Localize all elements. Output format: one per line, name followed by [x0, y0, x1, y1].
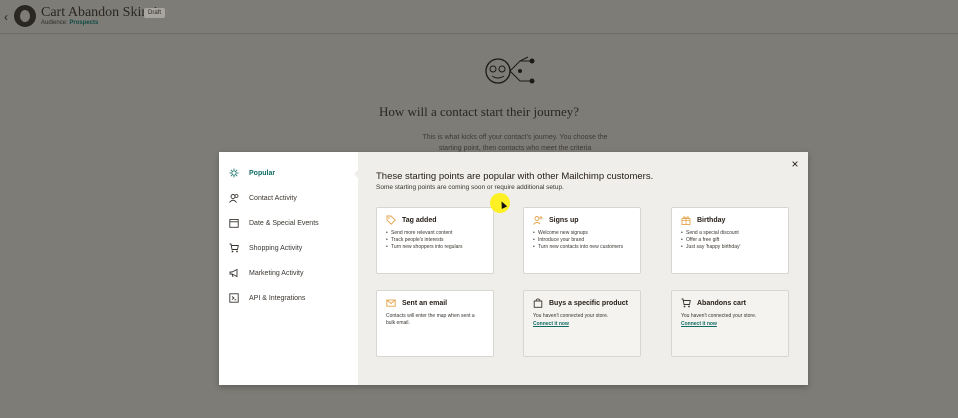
card-bullets: Send more relevant content Track people'… — [386, 230, 484, 251]
sidebar-item-popular[interactable]: Popular — [229, 166, 275, 180]
sidebar-item-marketing-activity[interactable]: Marketing Activity — [229, 266, 303, 280]
category-sidebar: Popular Contact Activity Date & Special … — [219, 152, 358, 385]
top-bar: ‹ Cart Abandon Skin 1 Draft Audience: Pr… — [0, 0, 958, 34]
header-divider — [0, 33, 958, 34]
list-item: Send a special discount — [681, 230, 779, 237]
card-title-row: Birthday — [681, 215, 779, 225]
people-icon — [229, 193, 239, 203]
card-title-row: Sent an email — [386, 298, 484, 308]
sidebar-item-label: Date & Special Events — [249, 219, 319, 227]
mailchimp-logo-icon — [14, 5, 36, 27]
journey-start-heading: How will a contact start their journey? — [379, 104, 579, 119]
connect-store-link[interactable]: Connect it now — [681, 320, 779, 328]
card-title: Buys a specific product — [549, 299, 628, 307]
sun-icon — [229, 168, 239, 178]
card-title: Tag added — [402, 216, 437, 224]
modal-subheading: Some starting points are coming soon or … — [376, 184, 564, 191]
sidebar-item-contact-activity[interactable]: Contact Activity — [229, 191, 297, 205]
tag-icon — [386, 215, 396, 225]
list-item: Track people's interests — [386, 237, 484, 244]
card-signs-up[interactable]: Signs up Welcome new signups Introduce y… — [523, 207, 641, 274]
card-sent-an-email[interactable]: Sent an email Contacts will enter the ma… — [376, 290, 494, 357]
audience-value[interactable]: Prospects — [69, 20, 98, 26]
card-birthday[interactable]: Birthday Send a special discount Offer a… — [671, 207, 789, 274]
list-item: Offer a free gift — [681, 237, 779, 244]
status-badge: Draft — [144, 8, 166, 18]
card-abandons-cart[interactable]: Abandons cart You haven't connected your… — [671, 290, 789, 357]
sidebar-item-shopping-activity[interactable]: Shopping Activity — [229, 241, 302, 255]
card-title: Sent an email — [402, 299, 448, 307]
card-title-row: Buys a specific product — [533, 298, 631, 308]
calendar-icon — [229, 218, 239, 228]
sidebar-item-label: API & Integrations — [249, 294, 306, 302]
cart-icon — [229, 243, 239, 253]
megaphone-icon — [229, 268, 239, 278]
face-branch-illustration-icon — [485, 56, 535, 84]
modal-heading: These starting points are popular with o… — [376, 171, 654, 182]
journey-start-description: This is what kicks off your contact's jo… — [422, 134, 608, 152]
card-description: You haven't connected your store. — [681, 313, 757, 319]
gift-icon — [681, 215, 691, 225]
list-item: Turn new shoppers into regulars — [386, 244, 484, 251]
journey-title: Cart Abandon Skin 1 — [41, 5, 159, 20]
card-description: You haven't connected your store. — [533, 313, 609, 319]
starting-point-modal: Popular Contact Activity Date & Special … — [219, 152, 808, 385]
card-title: Signs up — [549, 216, 579, 224]
bag-icon — [533, 298, 543, 308]
cart-icon — [681, 298, 691, 308]
active-item-pointer — [354, 169, 359, 179]
sidebar-item-label: Shopping Activity — [249, 244, 303, 252]
card-tag-added[interactable]: Tag added Send more relevant content Tra… — [376, 207, 494, 274]
card-title-row: Signs up — [533, 215, 631, 225]
card-buys-specific-product[interactable]: Buys a specific product You haven't conn… — [523, 290, 641, 357]
audience-label: Audience: — [41, 20, 68, 26]
sidebar-item-api-integrations[interactable]: API & Integrations — [229, 291, 305, 305]
list-item: Send more relevant content — [386, 230, 484, 237]
envelope-icon — [386, 298, 396, 308]
api-icon — [229, 293, 239, 303]
sidebar-item-date-special-events[interactable]: Date & Special Events — [229, 216, 319, 230]
sidebar-item-label: Popular — [249, 169, 276, 177]
card-title: Abandons cart — [697, 299, 747, 307]
list-item: Just say 'happy birthday' — [681, 244, 779, 251]
list-item: Turn new contacts into new customers — [533, 244, 631, 251]
card-title-row: Abandons cart — [681, 298, 779, 308]
sidebar-item-label: Marketing Activity — [249, 269, 304, 277]
audience-line: Audience: Prospects — [41, 20, 98, 26]
user-plus-icon — [533, 215, 543, 225]
card-bullets: Send a special discount Offer a free gif… — [681, 230, 779, 251]
card-bullets: Welcome new signups Introduce your brand… — [533, 230, 631, 251]
sidebar-item-label: Contact Activity — [249, 194, 297, 202]
card-description: Contacts will enter the map when sent a … — [386, 313, 475, 326]
card-title-row: Tag added — [386, 215, 484, 225]
connect-store-link[interactable]: Connect it now — [533, 320, 631, 328]
card-title: Birthday — [697, 216, 726, 224]
list-item: Introduce your brand — [533, 237, 631, 244]
list-item: Welcome new signups — [533, 230, 631, 237]
close-icon[interactable]: × — [789, 158, 801, 170]
chevron-left-icon[interactable]: ‹ — [4, 10, 8, 24]
